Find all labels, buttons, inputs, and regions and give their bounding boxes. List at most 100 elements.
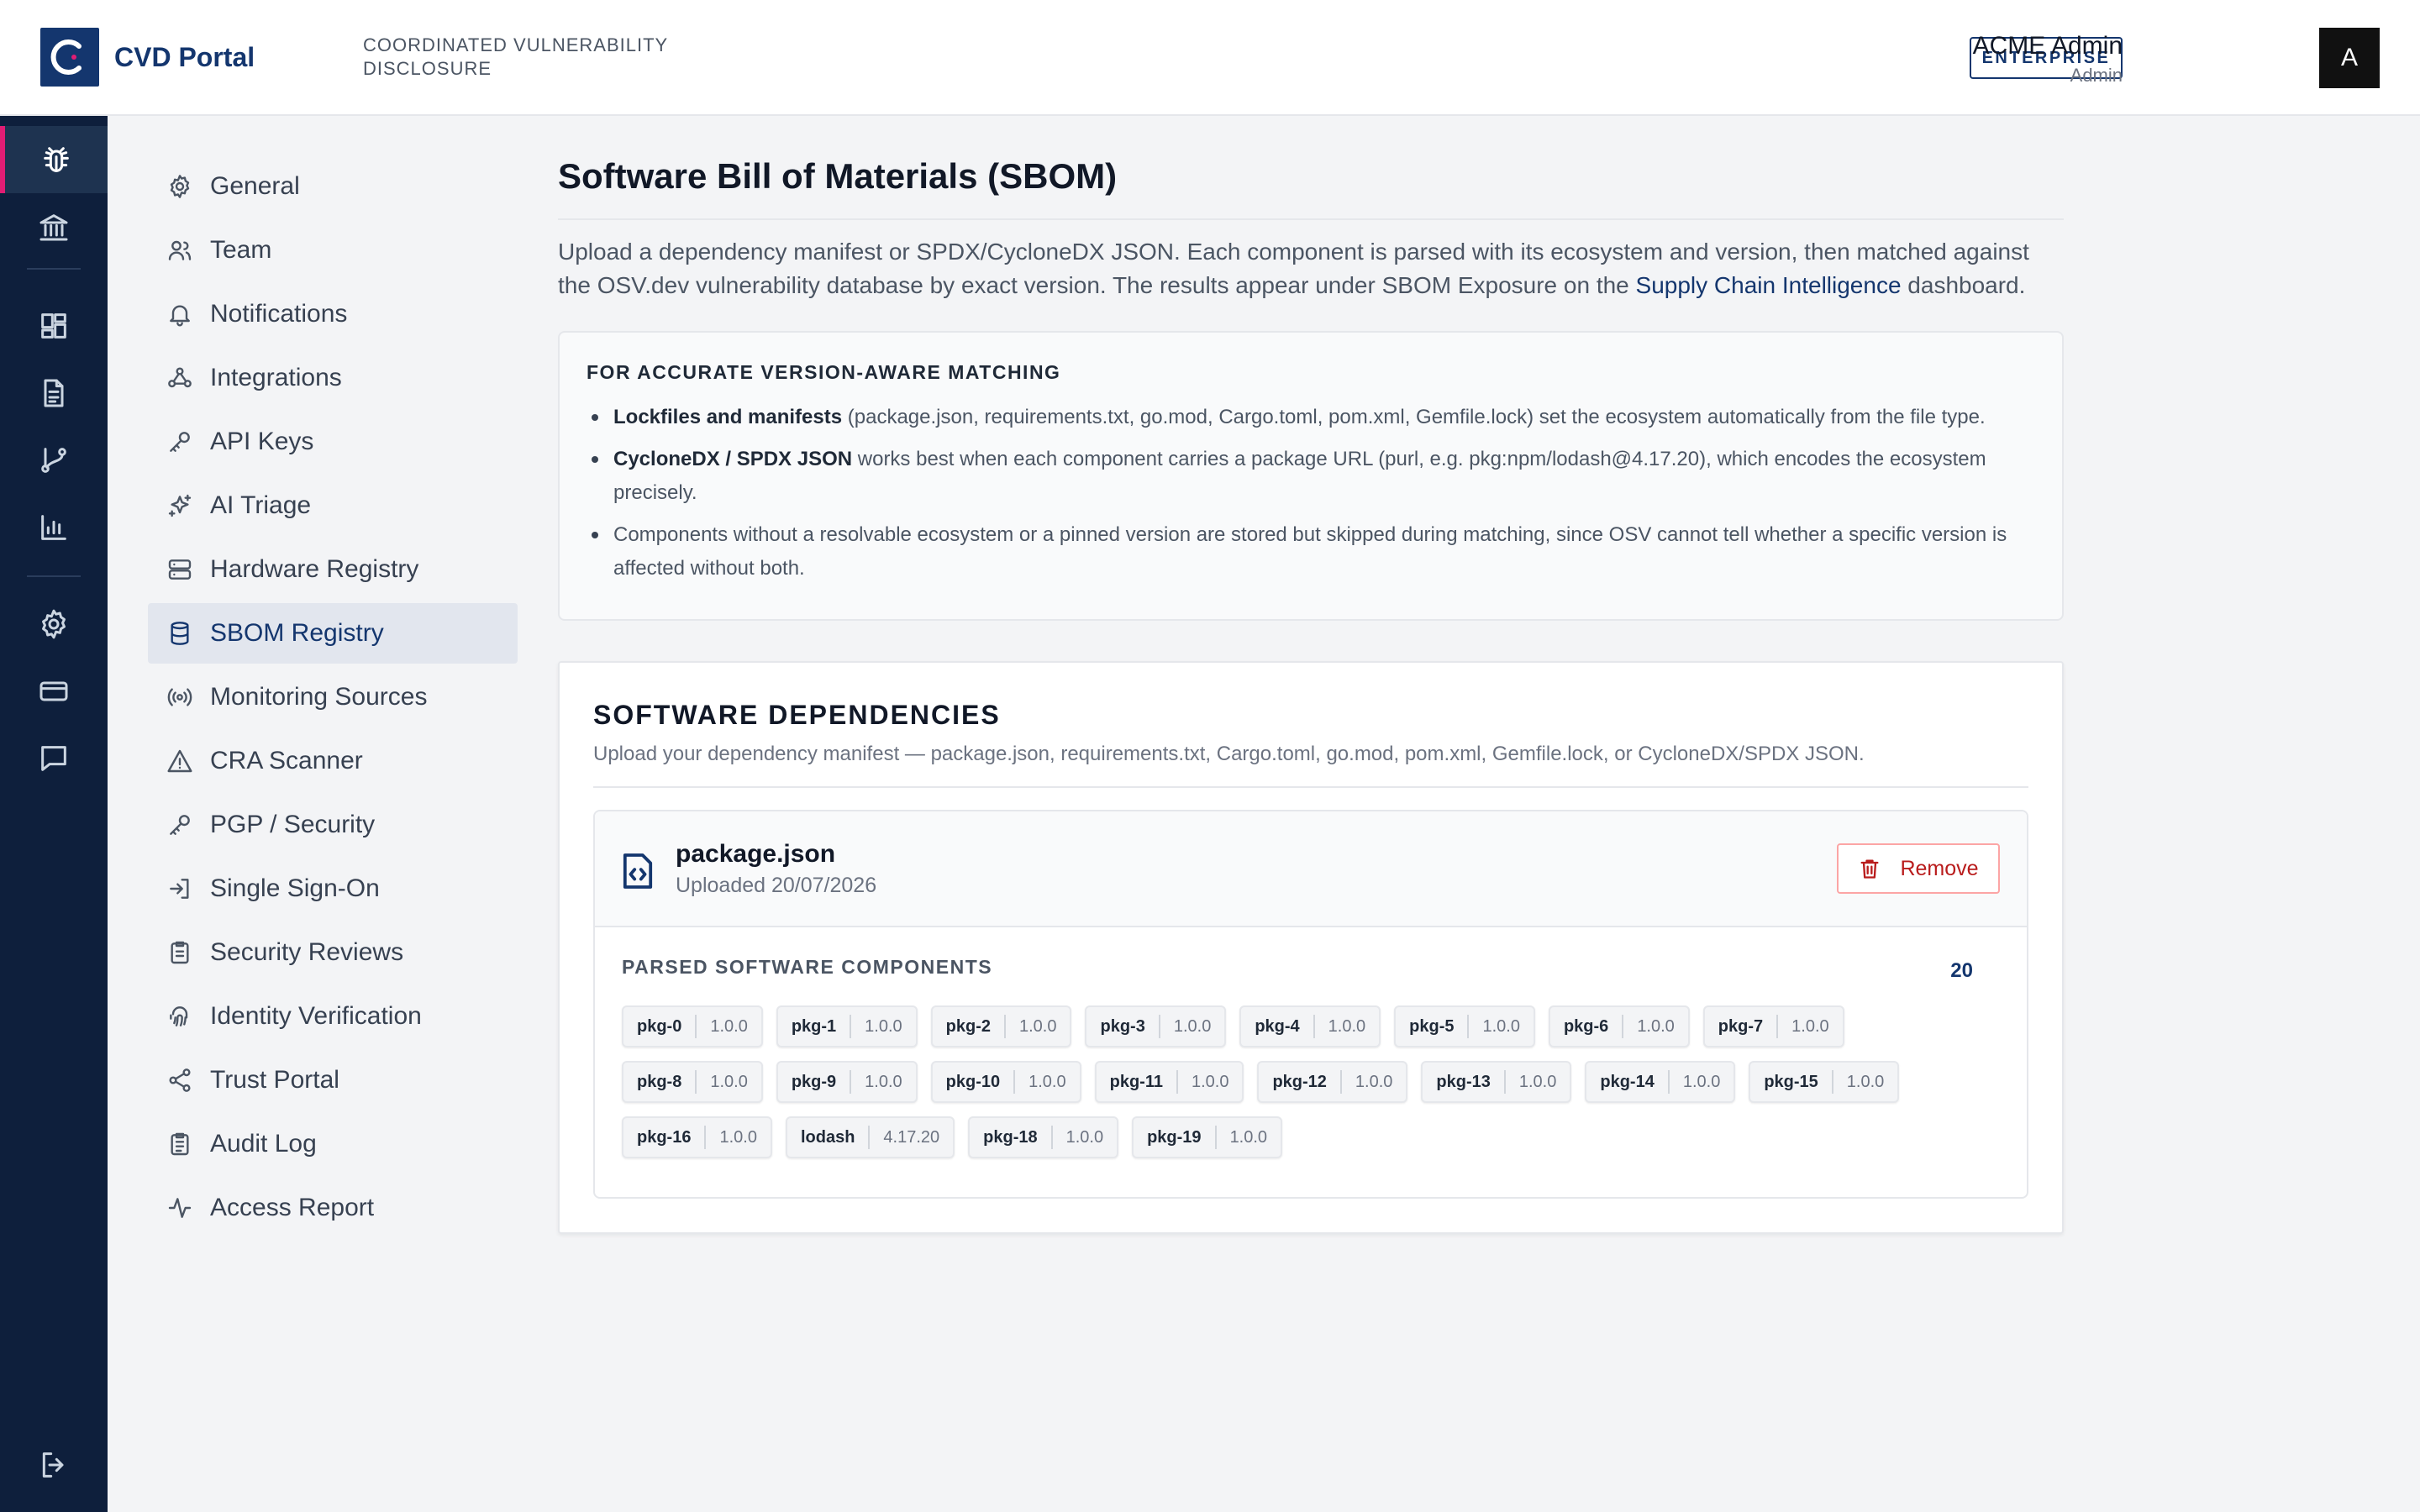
component-chip: pkg-7 1.0.0 (1702, 1005, 1844, 1047)
nav-item-api-keys[interactable]: API Keys (148, 412, 518, 472)
credit-card-icon (39, 681, 68, 701)
component-chip: pkg-18 1.0.0 (968, 1116, 1119, 1158)
nav-item-security-reviews[interactable]: Security Reviews (148, 922, 518, 983)
component-version: 1.0.0 (704, 1126, 770, 1149)
nav-item-label: Hardware Registry (210, 555, 419, 583)
nav-item-ai-triage[interactable]: AI Triage (148, 475, 518, 536)
app-name[interactable]: CVD Portal (114, 42, 255, 73)
chat-icon (41, 746, 66, 771)
webhook-icon (168, 367, 192, 388)
radio-icon (167, 688, 192, 706)
rail-credit-card-icon[interactable] (0, 658, 108, 725)
divider (558, 218, 2064, 220)
component-chip: pkg-19 1.0.0 (1132, 1116, 1283, 1158)
icon-rail (0, 116, 108, 1512)
rail-logout-icon[interactable] (0, 1431, 108, 1499)
rail-gear-icon[interactable] (0, 591, 108, 658)
warning-icon (167, 749, 192, 773)
clipboard-icon (171, 941, 189, 964)
logout-icon (42, 1452, 64, 1478)
rail-bank-icon[interactable] (0, 193, 108, 260)
nav-item-integrations[interactable]: Integrations (148, 348, 518, 408)
rail-bug-icon[interactable] (0, 126, 108, 193)
remove-file-button[interactable]: Remove (1837, 843, 2000, 894)
rail-chat-icon[interactable] (0, 725, 108, 792)
component-chip: pkg-3 1.0.0 (1085, 1005, 1227, 1047)
rail-git-branch-icon[interactable] (0, 427, 108, 494)
component-version: 1.0.0 (1176, 1070, 1242, 1094)
component-chip: pkg-1 1.0.0 (776, 1005, 918, 1047)
avatar[interactable]: A (2319, 28, 2380, 88)
file-name: package.json (676, 840, 836, 868)
components-heading: PARSED SOFTWARE COMPONENTS (622, 956, 993, 978)
key-icon (170, 815, 190, 835)
component-version: 4.17.20 (868, 1126, 953, 1149)
info-bullet: CycloneDX / SPDX JSON works best when ea… (587, 443, 2035, 510)
component-name: pkg-2 (945, 1016, 991, 1036)
nav-item-trust-portal[interactable]: Trust Portal (148, 1050, 518, 1110)
component-chips: pkg-0 1.0.0 pkg-1 1.0.0 pkg-2 1.0.0 pkg-3 1.0.0… (622, 1005, 2000, 1172)
nav-item-label: Team (210, 236, 272, 264)
component-version: 1.0.0 (850, 1070, 915, 1094)
bar-chart-icon (41, 515, 66, 540)
nav-item-single-sign-on[interactable]: Single Sign-On (148, 858, 518, 919)
nav-item-pgp-security[interactable]: PGP / Security (148, 795, 518, 855)
nav-item-audit-log[interactable]: Audit Log (148, 1114, 518, 1174)
info-bullet-text: (package.json, requirements.txt, go.mod,… (842, 406, 1986, 428)
app-subtitle: COORDINATED VULNERABILITY DISCLOSURE (363, 34, 668, 79)
nav-item-label: General (210, 172, 300, 200)
nav-item-label: API Keys (210, 428, 314, 455)
component-name: pkg-11 (1109, 1072, 1163, 1091)
software-dependencies-card: SOFTWARE DEPENDENCIES Upload your depend… (558, 661, 2064, 1234)
component-name: lodash (800, 1127, 855, 1147)
info-heading: FOR ACCURATE VERSION-AWARE MATCHING (587, 361, 1061, 383)
nav-item-cra-scanner[interactable]: CRA Scanner (148, 731, 518, 791)
component-chip: pkg-9 1.0.0 (776, 1061, 918, 1103)
bell-icon (170, 305, 190, 327)
divider (593, 786, 2028, 788)
key-icon (170, 432, 190, 452)
component-chip: pkg-15 1.0.0 (1749, 1061, 1900, 1103)
info-list: Lockfiles and manifests (package.json, r… (587, 401, 2035, 585)
component-name: pkg-10 (945, 1072, 1001, 1091)
component-version: 1.0.0 (695, 1070, 760, 1094)
rail-document-icon[interactable] (0, 360, 108, 427)
file-header: package.json Uploaded 20/07/2026 Remove (595, 811, 2027, 927)
nav-item-notifications[interactable]: Notifications (148, 284, 518, 344)
component-name: pkg-5 (1409, 1016, 1455, 1036)
component-chip: pkg-11 1.0.0 (1094, 1061, 1244, 1103)
login-icon (170, 879, 189, 899)
component-chip: pkg-13 1.0.0 (1421, 1061, 1572, 1103)
logo-icon[interactable] (40, 28, 99, 87)
components-section: PARSED SOFTWARE COMPONENTS 20 pkg-0 1.0.0… (595, 927, 2027, 1197)
nav-item-sbom-registry[interactable]: SBOM Registry (148, 603, 518, 664)
nav-item-label: CRA Scanner (210, 747, 363, 774)
users-icon (168, 240, 192, 260)
remove-label: Remove (1900, 856, 1979, 880)
component-name: pkg-15 (1764, 1072, 1818, 1091)
nav-item-label: Integrations (210, 364, 342, 391)
nav-item-label: Trust Portal (210, 1066, 339, 1094)
activity-icon (168, 1198, 192, 1218)
database-icon (171, 622, 189, 645)
component-version: 1.0.0 (1831, 1070, 1897, 1094)
nav-item-general[interactable]: General (148, 156, 518, 217)
document-icon (44, 379, 64, 407)
intro-text: Upload a dependency manifest or SPDX/Cyc… (558, 235, 2064, 302)
supply-chain-link[interactable]: Supply Chain Intelligence (1636, 272, 1902, 298)
nav-item-hardware-registry[interactable]: Hardware Registry (148, 539, 518, 600)
nav-item-label: Notifications (210, 300, 348, 328)
component-chip: pkg-5 1.0.0 (1394, 1005, 1535, 1047)
nav-item-team[interactable]: Team (148, 220, 518, 281)
rail-grid-icon[interactable] (0, 292, 108, 360)
rail-bar-chart-icon[interactable] (0, 494, 108, 561)
nav-item-label: Audit Log (210, 1130, 317, 1158)
component-version: 1.0.0 (1339, 1070, 1406, 1094)
user-name[interactable]: ACME Admin (1973, 32, 2123, 60)
component-version: 1.0.0 (1004, 1015, 1070, 1038)
component-name: pkg-4 (1255, 1016, 1300, 1036)
nav-item-access-report[interactable]: Access Report (148, 1178, 518, 1238)
nav-item-identity-verification[interactable]: Identity Verification (148, 986, 518, 1047)
nav-item-monitoring-sources[interactable]: Monitoring Sources (148, 667, 518, 727)
component-version: 1.0.0 (1158, 1015, 1224, 1038)
